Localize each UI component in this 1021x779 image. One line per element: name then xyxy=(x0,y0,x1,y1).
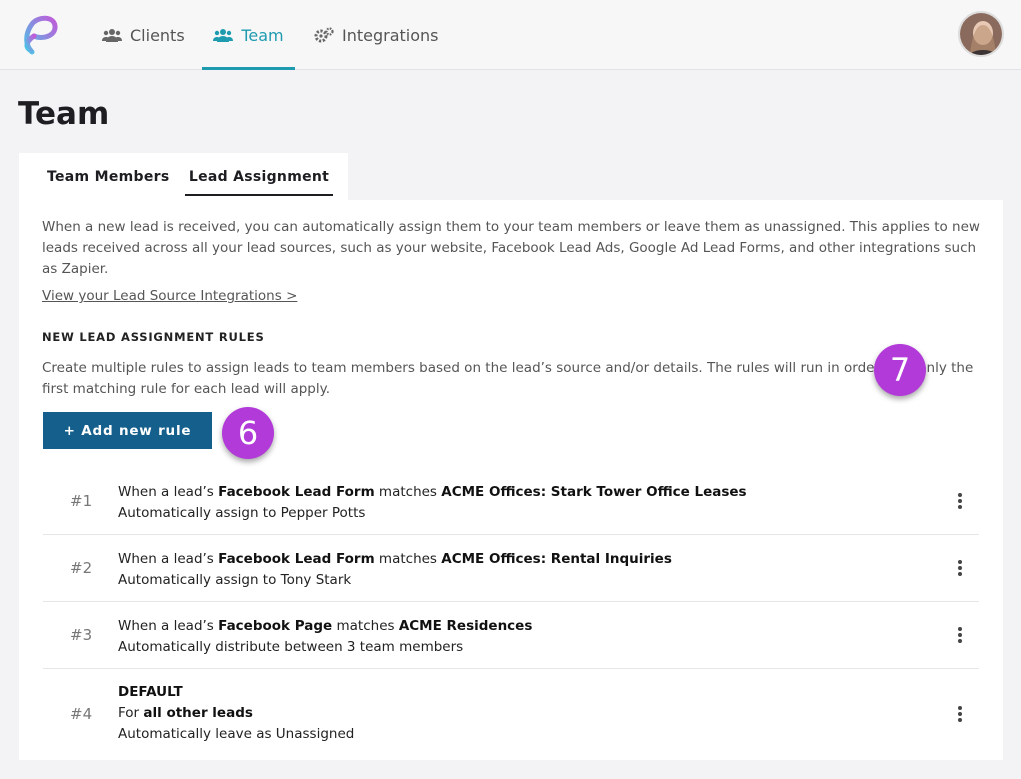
tab-team-members[interactable]: Team Members xyxy=(47,153,169,200)
rule-number: #2 xyxy=(70,559,93,577)
default-label: DEFAULT xyxy=(118,684,183,700)
tab-bar: Team Members Lead Assignment xyxy=(19,153,348,200)
add-new-rule-button[interactable]: + Add new rule xyxy=(43,412,212,449)
lead-assignment-panel: When a new lead is received, you can aut… xyxy=(19,200,1003,760)
tab-lead-assignment-label: Lead Assignment xyxy=(188,168,330,185)
rules-heading: NEW LEAD ASSIGNMENT RULES xyxy=(42,330,265,344)
rules-list: #1 When a lead’s Facebook Lead Form matc… xyxy=(43,468,979,759)
top-nav: Clients Team Integrations xyxy=(0,0,1021,70)
gears-icon xyxy=(314,27,334,43)
rule-row: #3 When a lead’s Facebook Page matches A… xyxy=(43,602,979,669)
app-logo[interactable] xyxy=(18,14,60,56)
nav-team[interactable]: Team xyxy=(202,0,295,70)
rule-row: #2 When a lead’s Facebook Lead Form matc… xyxy=(43,535,979,602)
rule-row: #1 When a lead’s Facebook Lead Form matc… xyxy=(43,468,979,535)
page-title: Team xyxy=(18,96,110,132)
user-avatar[interactable] xyxy=(958,11,1004,57)
rules-description: Create multiple rules to assign leads to… xyxy=(42,360,974,397)
step-badge-6: 6 xyxy=(222,407,274,459)
rule-number: #3 xyxy=(70,626,93,644)
tab-lead-assignment[interactable]: Lead Assignment xyxy=(185,153,333,200)
more-options-icon[interactable] xyxy=(955,535,965,601)
rule-description: When a lead’s Facebook Lead Form matches… xyxy=(118,549,672,591)
lead-source-integrations-link[interactable]: View your Lead Source Integrations > xyxy=(42,288,297,304)
intro-text: When a new lead is received, you can aut… xyxy=(42,219,980,277)
rule-number: #1 xyxy=(70,492,93,510)
rule-action: Automatically assign to Tony Stark xyxy=(118,572,352,588)
nav-clients[interactable]: Clients xyxy=(102,0,185,70)
more-options-icon[interactable] xyxy=(955,602,965,668)
rule-action: Automatically leave as Unassigned xyxy=(118,726,355,742)
more-options-icon[interactable] xyxy=(955,468,965,534)
nav-team-label: Team xyxy=(241,25,284,45)
users-icon xyxy=(213,29,234,42)
rule-action: Automatically assign to Pepper Potts xyxy=(118,505,366,521)
nav-integrations-label: Integrations xyxy=(342,25,439,45)
rule-description: When a lead’s Facebook Page matches ACME… xyxy=(118,616,532,658)
step-badge-7: 7 xyxy=(874,344,926,396)
users-icon xyxy=(102,29,122,42)
rule-number: #4 xyxy=(70,705,93,723)
active-nav-indicator xyxy=(202,67,295,70)
active-tab-indicator xyxy=(185,194,333,196)
rule-description: DEFAULT For all other leads Automaticall… xyxy=(118,682,354,745)
rule-description: When a lead’s Facebook Lead Form matches… xyxy=(118,482,747,524)
rule-row-default: #4 DEFAULT For all other leads Automatic… xyxy=(43,669,979,759)
rule-action: Automatically distribute between 3 team … xyxy=(118,639,464,655)
nav-clients-label: Clients xyxy=(130,25,185,45)
more-options-icon[interactable] xyxy=(955,669,965,759)
nav-integrations[interactable]: Integrations xyxy=(314,0,439,70)
